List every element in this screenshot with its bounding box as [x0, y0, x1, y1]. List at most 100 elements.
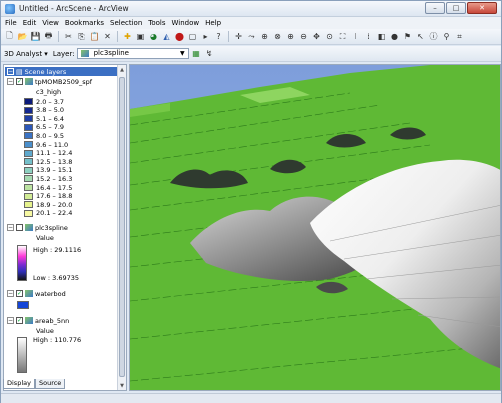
- legend-value-label: Value: [36, 326, 54, 335]
- copy-icon[interactable]: ⎘: [76, 31, 87, 42]
- toggle-icon[interactable]: ▸: [200, 31, 211, 42]
- collapse-icon[interactable]: −: [7, 317, 14, 324]
- layer-visibility-checkbox[interactable]: ✓: [16, 317, 23, 324]
- legend-class-row: 20.1 – 22.4: [24, 209, 72, 218]
- layer-visibility-checkbox[interactable]: [16, 224, 23, 231]
- legend-class-label: 2.0 – 3.7: [36, 97, 65, 106]
- help-icon[interactable]: ?: [213, 31, 224, 42]
- collapse-icon[interactable]: −: [7, 290, 14, 297]
- pan-icon[interactable]: ✥: [311, 31, 322, 42]
- layer-name: plc3spline: [35, 223, 68, 232]
- legend-swatch: [24, 132, 33, 140]
- legend-swatch: [24, 209, 33, 217]
- center-icon[interactable]: ⊗: [272, 31, 283, 42]
- save-icon[interactable]: 💾: [30, 31, 41, 42]
- target-icon[interactable]: ⊕: [259, 31, 270, 42]
- 3d-analyst-menu[interactable]: 3D Analyst ▾: [4, 50, 48, 58]
- new-icon[interactable]: 🗋: [4, 31, 15, 42]
- scroll-up-icon[interactable]: ▲: [118, 65, 126, 75]
- menu-bookmarks[interactable]: Bookmarks: [65, 19, 104, 27]
- open-icon[interactable]: 📂: [17, 31, 28, 42]
- table-of-contents: − ▤ Scene layers − ✓ tpMOMB2509_spf c3_h…: [3, 64, 127, 391]
- menu-tools[interactable]: Tools: [148, 19, 165, 27]
- waterbody-swatch: [17, 300, 29, 309]
- narrow-fov-icon[interactable]: ⁝: [350, 31, 361, 42]
- layer-row-areab[interactable]: − ✓ areab_5nn: [7, 316, 69, 325]
- layer-row-waterbod[interactable]: − ✓ waterbod: [7, 289, 66, 298]
- collapse-icon[interactable]: −: [7, 78, 14, 85]
- legend-class-label: 18.9 – 20.0: [36, 200, 73, 209]
- scene-properties-icon[interactable]: ▣: [135, 31, 146, 42]
- toc-content: − ▤ Scene layers − ✓ tpMOMB2509_spf c3_h…: [4, 65, 118, 378]
- terrain-render[interactable]: [130, 65, 501, 391]
- layer-name: areab_5nn: [35, 316, 70, 325]
- scene-layers-label: Scene layers: [24, 67, 67, 76]
- menu-view[interactable]: View: [42, 19, 59, 27]
- field-name: c3_high: [36, 87, 62, 96]
- layer-dropdown[interactable]: plc3spline ▼: [76, 48, 189, 59]
- find-icon[interactable]: ⚲: [441, 31, 452, 42]
- layers-icon[interactable]: ◭: [161, 31, 172, 42]
- arcscene-app-icon: [5, 3, 15, 14]
- layers-folder-icon: ▤: [16, 67, 23, 76]
- legend-class-label: 13.9 – 15.1: [36, 166, 73, 175]
- legend-class-label: 11.1 – 12.4: [36, 149, 73, 158]
- legend-swatch: [24, 115, 33, 123]
- cut-icon[interactable]: ✂: [63, 31, 74, 42]
- separator: [228, 31, 229, 42]
- arcscene-window: Untitled - ArcScene - ArcView – □ ✕ File…: [0, 0, 502, 403]
- legend-high-label: High : 110.776: [33, 335, 81, 344]
- zoom-out-icon[interactable]: ⊖: [298, 31, 309, 42]
- widen-fov-icon[interactable]: ⁞: [363, 31, 374, 42]
- paste-icon[interactable]: 📋: [89, 31, 100, 42]
- layer-row-tpmomb[interactable]: − ✓ tpMOMB2509_spf: [7, 77, 92, 86]
- layer-visibility-checkbox[interactable]: ✓: [16, 78, 23, 85]
- menu-file[interactable]: File: [5, 19, 17, 27]
- menu-window[interactable]: Window: [172, 19, 200, 27]
- menu-help[interactable]: Help: [205, 19, 221, 27]
- navigate-icon[interactable]: ✛: [233, 31, 244, 42]
- 3d-scene-view[interactable]: [129, 64, 501, 391]
- identify-icon[interactable]: ⓘ: [428, 31, 439, 42]
- scroll-thumb[interactable]: [119, 77, 125, 377]
- close-button[interactable]: ✕: [467, 2, 497, 14]
- window-icon[interactable]: ▢: [187, 31, 198, 42]
- minimize-button[interactable]: –: [425, 2, 445, 14]
- legend-class-label: 17.6 – 18.8: [36, 192, 73, 201]
- tab-display[interactable]: Display: [3, 379, 35, 389]
- add-data-icon[interactable]: ✚: [122, 31, 133, 42]
- steepest-path-icon[interactable]: ↯: [204, 48, 215, 59]
- collapse-icon[interactable]: −: [7, 224, 14, 231]
- globe-view-icon[interactable]: ●: [389, 31, 400, 42]
- globe-icon[interactable]: ◕: [148, 31, 159, 42]
- zoom-target-icon[interactable]: ⊙: [324, 31, 335, 42]
- layer-visibility-checkbox[interactable]: ✓: [16, 290, 23, 297]
- collapse-icon[interactable]: −: [7, 68, 14, 75]
- maximize-button[interactable]: □: [446, 2, 466, 14]
- stop-icon[interactable]: ⬤: [174, 31, 185, 42]
- create-contours-icon[interactable]: ▦: [191, 48, 202, 59]
- low-value: Low : 3.69735: [33, 273, 80, 282]
- select-icon[interactable]: ↖: [415, 31, 426, 42]
- legend-swatch: [24, 149, 33, 157]
- stretched-color-ramp: [17, 337, 27, 373]
- full-extent-icon[interactable]: ⛶: [337, 31, 348, 42]
- fly-icon[interactable]: ⤳: [246, 31, 257, 42]
- delete-icon[interactable]: ✕: [102, 31, 113, 42]
- layer-row-plc3spline[interactable]: − plc3spline: [7, 223, 68, 232]
- tab-source[interactable]: Source: [34, 379, 66, 389]
- zoom-in-icon[interactable]: ⊕: [285, 31, 296, 42]
- separator: [58, 31, 59, 42]
- measure-icon[interactable]: ⌗: [454, 31, 465, 42]
- full-screen-icon[interactable]: ◧: [376, 31, 387, 42]
- print-icon[interactable]: 🖶: [43, 31, 54, 42]
- toc-scrollbar[interactable]: ▲ ▼: [117, 65, 126, 390]
- menu-selection[interactable]: Selection: [110, 19, 142, 27]
- menu-edit[interactable]: Edit: [23, 19, 37, 27]
- legend-swatch: [24, 175, 33, 183]
- scene-layers-root[interactable]: − ▤ Scene layers: [5, 67, 117, 76]
- flag-icon[interactable]: ⚑: [402, 31, 413, 42]
- legend-class-label: 3.8 – 5.0: [36, 106, 65, 115]
- scroll-down-icon[interactable]: ▼: [118, 381, 126, 390]
- legend-swatch: [24, 192, 33, 200]
